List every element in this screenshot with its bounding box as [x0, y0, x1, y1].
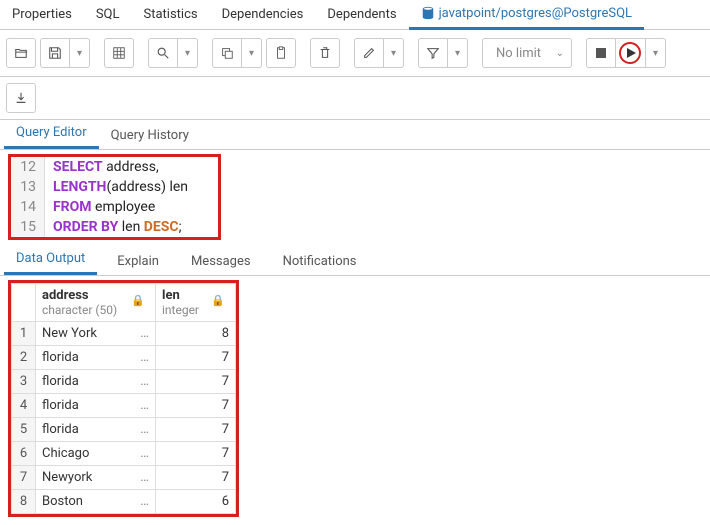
tab-query-editor[interactable]: Query Editor: [4, 119, 99, 149]
chevron-down-icon: ▾: [249, 48, 254, 59]
line-number: 14: [11, 197, 45, 217]
cell-len[interactable]: 7: [156, 442, 236, 466]
ellipsis-icon: …: [140, 470, 149, 485]
table-row[interactable]: 4florida…7: [12, 394, 236, 418]
table-row[interactable]: 7Newyork…7: [12, 466, 236, 490]
edit-dropdown[interactable]: ▾: [384, 38, 404, 68]
tab-query-history[interactable]: Query History: [99, 122, 201, 149]
cell-address[interactable]: Chicago…: [36, 442, 156, 466]
chevron-down-icon: ▾: [455, 48, 460, 59]
tab-data-output[interactable]: Data Output: [4, 245, 97, 275]
line-number: 12: [11, 157, 45, 177]
limit-select[interactable]: No limit ⌄: [482, 38, 572, 68]
cell-len[interactable]: 8: [156, 322, 236, 346]
row-number: 5: [12, 418, 36, 442]
tab-connection[interactable]: javatpoint/postgres@PostgreSQL: [409, 0, 644, 30]
results-grid: address character (50) 🔒 len integer 🔒 1…: [8, 280, 239, 517]
ellipsis-icon: …: [140, 374, 149, 389]
row-number: 6: [12, 442, 36, 466]
ellipsis-icon: …: [140, 446, 149, 461]
tab-explain[interactable]: Explain: [105, 248, 171, 275]
copy-dropdown[interactable]: ▾: [242, 38, 262, 68]
lock-icon: 🔒: [131, 294, 145, 307]
chevron-down-icon: ▾: [77, 48, 82, 59]
cell-address[interactable]: florida…: [36, 418, 156, 442]
column-header-len[interactable]: len integer 🔒: [156, 284, 236, 322]
cell-address[interactable]: Newyork…: [36, 466, 156, 490]
row-number: 4: [12, 394, 36, 418]
line-number: 15: [11, 217, 45, 237]
tab-statistics[interactable]: Statistics: [132, 1, 210, 28]
table-row[interactable]: 6Chicago…7: [12, 442, 236, 466]
line-number: 13: [11, 177, 45, 197]
lock-icon: 🔒: [211, 294, 225, 307]
table-row[interactable]: 5florida…7: [12, 418, 236, 442]
cell-address[interactable]: florida…: [36, 394, 156, 418]
download-button[interactable]: [6, 83, 36, 113]
open-file-button[interactable]: [6, 38, 36, 68]
grid-button[interactable]: [104, 38, 134, 68]
tab-sql[interactable]: SQL: [84, 1, 132, 28]
execute-button[interactable]: [616, 38, 646, 68]
table-row[interactable]: 2florida…7: [12, 346, 236, 370]
row-number: 7: [12, 466, 36, 490]
cell-len[interactable]: 7: [156, 346, 236, 370]
copy-button[interactable]: [212, 38, 242, 68]
results-tab-bar: Data Output Explain Messages Notificatio…: [0, 244, 710, 276]
grid-corner: [12, 284, 36, 322]
save-button[interactable]: [40, 38, 70, 68]
database-icon: [421, 6, 435, 20]
chevron-down-icon: ▾: [391, 48, 396, 59]
tab-messages[interactable]: Messages: [179, 248, 263, 275]
ellipsis-icon: …: [140, 398, 149, 413]
execute-dropdown[interactable]: ▾: [646, 38, 666, 68]
row-number: 8: [12, 490, 36, 514]
row-number: 3: [12, 370, 36, 394]
cell-address[interactable]: florida…: [36, 346, 156, 370]
cell-len[interactable]: 7: [156, 418, 236, 442]
ellipsis-icon: …: [140, 422, 149, 437]
main-tab-bar: Properties SQL Statistics Dependencies D…: [0, 0, 710, 30]
editor-tab-bar: Query Editor Query History: [0, 120, 710, 150]
row-number: 2: [12, 346, 36, 370]
tab-properties[interactable]: Properties: [0, 1, 84, 28]
delete-button[interactable]: [310, 38, 340, 68]
sql-editor[interactable]: 12 SELECT address, 13 LENGTH(address) le…: [8, 154, 221, 240]
stop-button[interactable]: [586, 38, 616, 68]
ellipsis-icon: …: [140, 326, 149, 341]
cell-len[interactable]: 6: [156, 490, 236, 514]
tab-dependents[interactable]: Dependents: [315, 1, 408, 28]
search-dropdown[interactable]: ▾: [178, 38, 198, 68]
save-dropdown[interactable]: ▾: [70, 38, 90, 68]
table-row[interactable]: 8Boston…6: [12, 490, 236, 514]
chevron-down-icon: ⌄: [556, 48, 564, 59]
tab-dependencies[interactable]: Dependencies: [210, 1, 316, 28]
filter-dropdown[interactable]: ▾: [448, 38, 468, 68]
cell-len[interactable]: 7: [156, 394, 236, 418]
table-row[interactable]: 3florida…7: [12, 370, 236, 394]
table-row[interactable]: 1New York…8: [12, 322, 236, 346]
cell-address[interactable]: florida…: [36, 370, 156, 394]
cell-len[interactable]: 7: [156, 370, 236, 394]
tab-notifications[interactable]: Notifications: [271, 248, 369, 275]
chevron-down-icon: ▾: [185, 48, 190, 59]
paste-button[interactable]: [266, 38, 296, 68]
row-number: 1: [12, 322, 36, 346]
cell-len[interactable]: 7: [156, 466, 236, 490]
cell-address[interactable]: New York…: [36, 322, 156, 346]
tab-connection-label: javatpoint/postgres@PostgreSQL: [439, 6, 632, 21]
chevron-down-icon: ▾: [653, 48, 658, 59]
ellipsis-icon: …: [140, 350, 149, 365]
limit-label: No limit: [490, 46, 551, 61]
column-header-address[interactable]: address character (50) 🔒: [36, 284, 156, 322]
filter-button[interactable]: [418, 38, 448, 68]
toolbar: ▾ ▾ ▾ ▾ ▾ No limit ⌄: [0, 30, 710, 77]
ellipsis-icon: …: [140, 494, 149, 509]
cell-address[interactable]: Boston…: [36, 490, 156, 514]
edit-button[interactable]: [354, 38, 384, 68]
search-button[interactable]: [148, 38, 178, 68]
toolbar-secondary: [0, 77, 710, 120]
